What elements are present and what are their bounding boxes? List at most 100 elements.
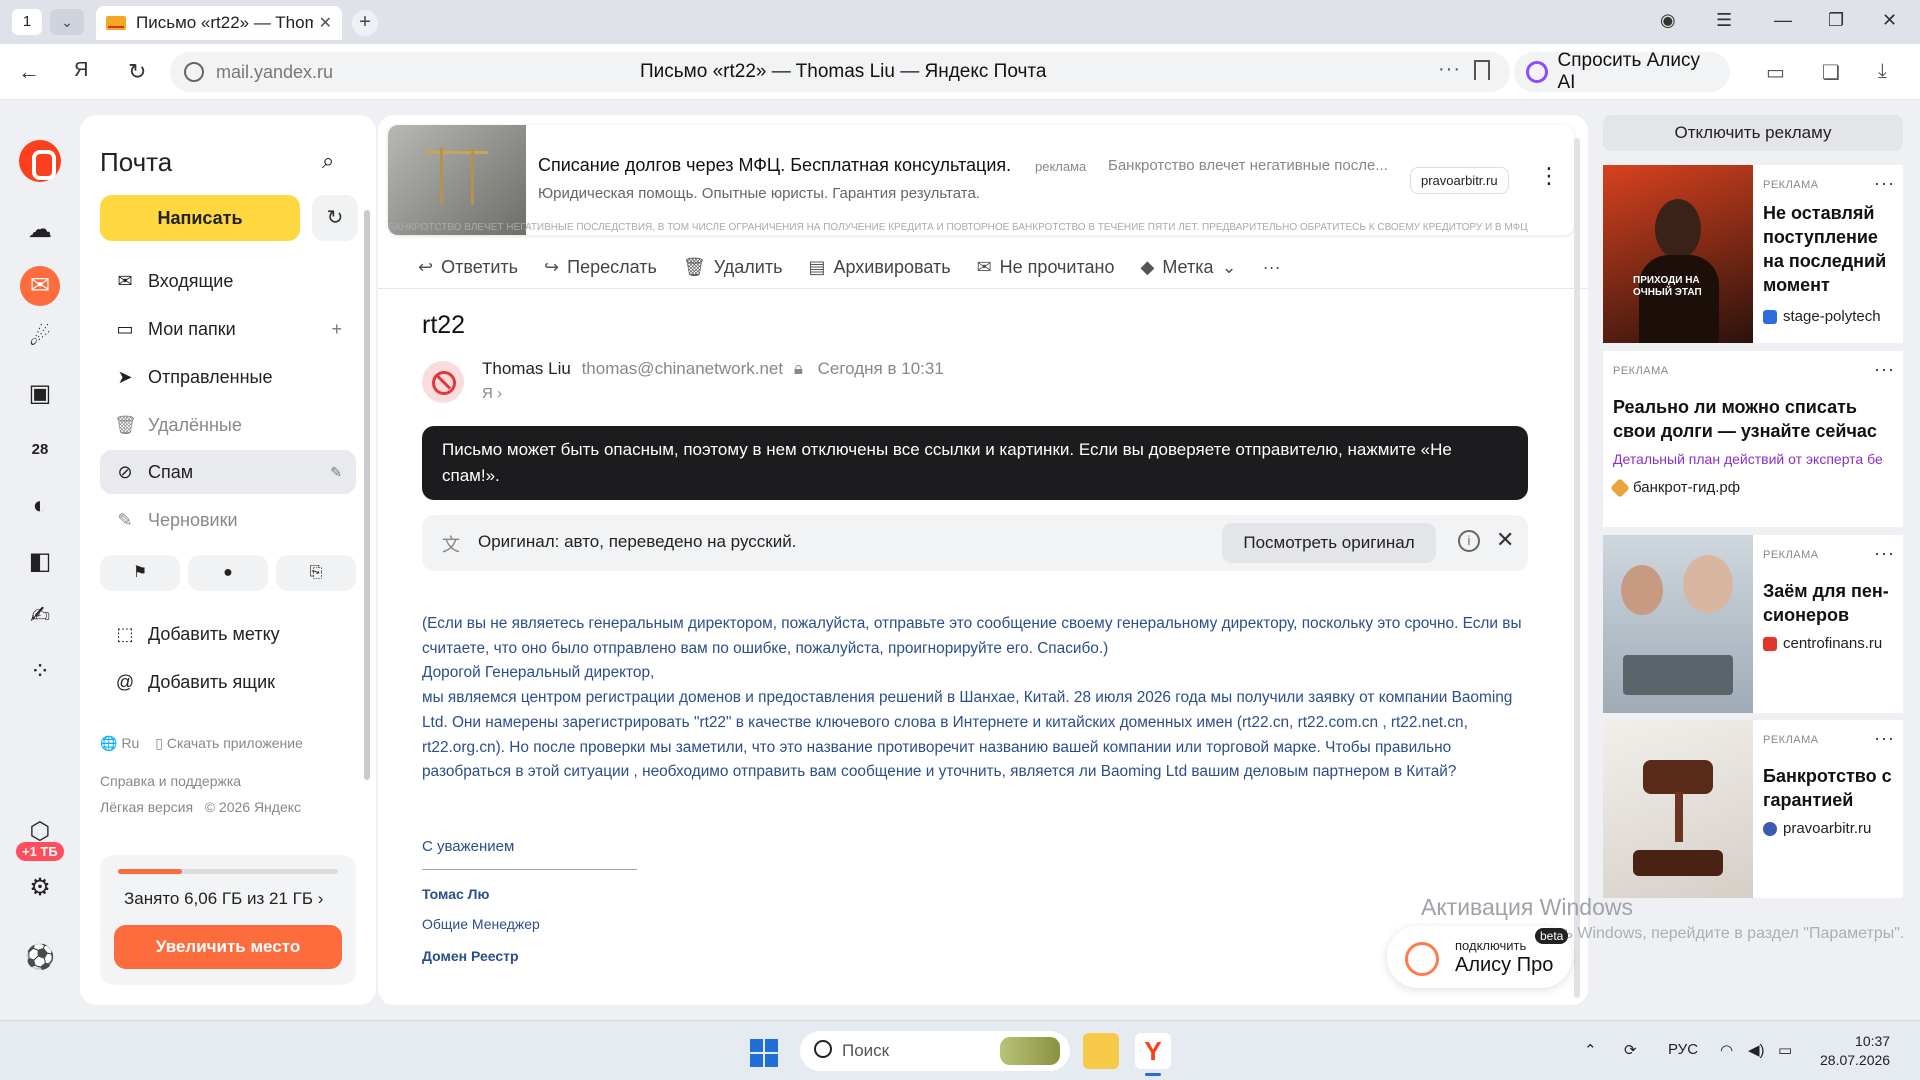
wifi-icon[interactable]: ◠ — [1720, 1041, 1733, 1059]
notes-icon[interactable]: ◧ — [24, 546, 56, 578]
label-button[interactable]: ◆ Метка ⌄ — [1141, 249, 1237, 285]
menu-icon[interactable]: ☰ — [1716, 10, 1732, 31]
folder-scrollbar[interactable] — [364, 210, 370, 780]
site-info-icon[interactable] — [184, 62, 204, 82]
at-icon: @ — [115, 671, 135, 692]
folder-my-folders[interactable]: ▭ Мои папки + — [100, 307, 356, 351]
archive-button[interactable]: ▤ Архивировать — [808, 249, 950, 285]
add-label-button[interactable]: ⬚ Добавить метку — [100, 612, 356, 656]
settings-icon[interactable]: ⚙ — [24, 872, 56, 904]
storage-usage[interactable]: Занято 6,06 ГБ из 21 ГБ › — [124, 889, 323, 909]
mail-icon[interactable]: ✉ — [20, 266, 60, 306]
file-explorer-icon[interactable] — [1083, 1033, 1119, 1069]
ad-domain-button[interactable]: pravoarbitr.ru — [1410, 167, 1509, 194]
bookmark-filter-icon[interactable]: ⚑ — [100, 555, 180, 591]
tray-chevron-up-icon[interactable]: ⌃ — [1584, 1041, 1597, 1059]
message-scrollbar[interactable] — [1574, 138, 1580, 998]
battery-saver-icon[interactable]: ▭ — [1766, 60, 1785, 85]
delete-button[interactable]: 🗑 Удалить — [683, 249, 783, 285]
light-version-link[interactable]: Лёгкая версия — [100, 799, 193, 815]
calendar-icon[interactable]: 28 — [24, 434, 56, 466]
all-services-icon[interactable]: ⁘ — [24, 656, 56, 688]
add-folder-icon[interactable]: + — [331, 319, 342, 340]
cloud-icon[interactable]: ☁ — [24, 214, 56, 246]
ad-more-icon[interactable]: ··· — [1874, 173, 1895, 194]
unread-filter-icon[interactable]: ● — [188, 555, 268, 591]
tab-close-icon[interactable]: ✕ — [319, 13, 332, 33]
telemost-icon[interactable]: ☄ — [24, 322, 56, 354]
ad-more-icon[interactable]: ··· — [1874, 728, 1895, 749]
storage-badge[interactable]: +1 ТБ — [16, 842, 64, 861]
reload-icon[interactable]: ↻ — [128, 59, 146, 85]
ad-card[interactable]: РЕКЛАМА ··· Банкротство с гарантией prav… — [1603, 720, 1903, 898]
add-mailbox-button[interactable]: @ Добавить ящик — [100, 660, 356, 704]
mail-favicon-icon — [106, 16, 126, 30]
help-link[interactable]: Справка и поддержка — [100, 773, 241, 789]
yandex-home-icon[interactable]: Я — [74, 59, 88, 82]
search-icon[interactable]: ⌕ — [322, 148, 334, 174]
download-icon[interactable]: ⤓ — [1878, 60, 1887, 83]
sender-name[interactable]: Thomas Liu — [482, 359, 571, 378]
reply-button[interactable]: ↩ Ответить — [418, 249, 518, 285]
refresh-button[interactable]: ↻ — [312, 195, 358, 241]
ad-title[interactable]: Списание долгов через МФЦ. Бесплатная ко… — [538, 155, 1011, 176]
disk-icon[interactable]: ▣ — [24, 378, 56, 410]
folder-drafts[interactable]: ✎ Черновики — [100, 498, 356, 542]
disable-ads-button[interactable]: Отключить рекламу — [1603, 115, 1903, 151]
ad-more-icon[interactable]: ⋮ — [1538, 163, 1560, 189]
view-original-button[interactable]: Посмотреть оригинал — [1222, 523, 1436, 563]
battery-icon[interactable]: ▭ — [1778, 1041, 1792, 1059]
forward-button[interactable]: ↪ Переслать — [544, 249, 657, 285]
ad-snippet: Детальный план действий от эксперта бе — [1613, 451, 1883, 467]
profile-avatar-icon[interactable]: ⚽ — [24, 942, 56, 974]
ad-more-icon[interactable]: ··· — [1874, 359, 1895, 380]
taskbar-search[interactable]: Поиск — [800, 1031, 1070, 1071]
recipient-line[interactable]: Я › — [482, 385, 502, 402]
alisa-pro-button[interactable]: подключить Алису Про beta — [1387, 926, 1572, 988]
volume-icon[interactable]: ◀) — [1748, 1041, 1765, 1059]
folder-sent[interactable]: ➤ Отправленные — [100, 355, 356, 399]
minimize-icon[interactable]: — — [1774, 10, 1792, 31]
yandex-browser-icon[interactable]: Y — [1135, 1033, 1171, 1069]
mark-unread-button[interactable]: ✉ Не прочитано — [977, 249, 1115, 285]
close-icon[interactable]: ✕ — [1496, 527, 1514, 553]
sender-email[interactable]: thomas@chinanetwork.net — [582, 359, 784, 378]
more-icon[interactable]: ··· — [1438, 58, 1461, 81]
more-actions-button[interactable]: ··· — [1263, 249, 1281, 285]
increase-storage-button[interactable]: Увеличить место — [114, 925, 342, 969]
new-tab-button[interactable]: + — [352, 10, 378, 36]
ad-card[interactable]: РЕКЛАМА ··· Заём для пен-сионеров centro… — [1603, 535, 1903, 713]
bookmark-icon[interactable] — [1474, 60, 1490, 80]
ad-card[interactable]: ПРИХОДИ НА ОЧНЫЙ ЭТАП РЕКЛАМА ··· Не ост… — [1603, 165, 1903, 343]
ask-alisa-button[interactable]: Спросить Алису AI — [1514, 50, 1730, 93]
messenger-icon[interactable]: ◐ — [24, 490, 56, 522]
download-app-link[interactable]: ▯ Скачать приложение — [155, 735, 303, 752]
language-link[interactable]: 🌐 Ru — [100, 735, 139, 752]
input-language[interactable]: РУС — [1668, 1041, 1698, 1058]
folder-inbox[interactable]: ✉ Входящие — [100, 259, 356, 303]
info-icon[interactable]: i — [1458, 530, 1480, 552]
folder-spam[interactable]: ⊘ Спам ✎ — [100, 450, 356, 494]
compose-button[interactable]: Написать — [100, 195, 300, 241]
restore-icon[interactable]: ❐ — [1828, 10, 1844, 31]
sync-icon[interactable]: ⟳ — [1624, 1041, 1637, 1059]
windows-start-icon[interactable] — [750, 1039, 778, 1067]
browser-tab[interactable]: Письмо «rt22» — Thom ✕ — [96, 6, 342, 40]
tab-list-chevron-icon[interactable]: ⌄ — [50, 9, 84, 35]
yandex-mail-logo-icon[interactable] — [19, 140, 61, 182]
collections-icon[interactable]: ❏ — [1822, 60, 1840, 85]
ad-card[interactable]: РЕКЛАМА ··· Реально ли можно списать сво… — [1603, 351, 1903, 527]
system-clock[interactable]: 10:37 28.07.2026 — [1820, 1032, 1890, 1070]
folder-trash[interactable]: 🗑 Удалённые — [100, 403, 356, 447]
tab-counter[interactable]: 1 — [12, 9, 42, 35]
ad-more-icon[interactable]: ··· — [1874, 543, 1895, 564]
back-icon[interactable]: ← — [18, 59, 40, 85]
extension-icon[interactable]: ◉ — [1660, 10, 1676, 31]
top-ad-banner[interactable]: Списание долгов через МФЦ. Бесплатная ко… — [388, 125, 1574, 235]
clear-spam-icon[interactable]: ✎ — [330, 464, 342, 481]
forms-icon[interactable]: ✍ — [24, 600, 56, 632]
url-field[interactable]: mail.yandex.ru Письмо «rt22» — Thomas Li… — [170, 52, 1510, 92]
attachment-filter-icon[interactable]: ⎘ — [276, 555, 356, 591]
close-window-icon[interactable]: ✕ — [1882, 10, 1897, 31]
blocked-sender-avatar-icon[interactable] — [422, 361, 464, 403]
